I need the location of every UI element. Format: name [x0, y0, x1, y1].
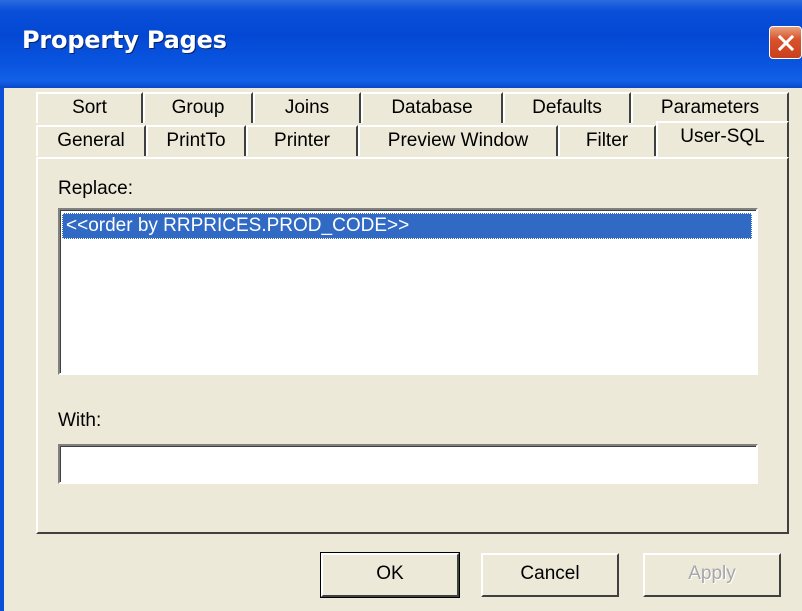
tab-defaults[interactable]: Defaults	[503, 92, 631, 123]
window-title: Property Pages	[22, 26, 227, 54]
tab-joins[interactable]: Joins	[253, 92, 361, 123]
close-icon	[777, 34, 794, 51]
tab-sort[interactable]: Sort	[36, 92, 143, 123]
tab-database[interactable]: Database	[361, 92, 503, 123]
window-frame	[0, 88, 4, 611]
tab-user-sql[interactable]: User-SQL	[656, 121, 789, 157]
list-item[interactable]: <<order by RRPRICES.PROD_CODE>>	[62, 213, 752, 239]
replace-listbox[interactable]: <<order by RRPRICES.PROD_CODE>>	[58, 208, 758, 375]
replace-label: Replace:	[58, 178, 133, 199]
tab-filter[interactable]: Filter	[558, 125, 656, 156]
close-button[interactable]	[769, 26, 802, 59]
title-bar[interactable]: Property Pages	[0, 0, 802, 88]
tab-group[interactable]: Group	[143, 92, 253, 123]
ok-button[interactable]: OK	[320, 552, 460, 598]
with-input[interactable]	[58, 444, 758, 484]
with-label: With:	[58, 410, 102, 431]
property-pages-dialog: Property Pages Sort Group Joins Database…	[0, 0, 802, 611]
tab-printer[interactable]: Printer	[246, 125, 358, 156]
tab-parameters[interactable]: Parameters	[631, 92, 789, 123]
tab-preview-window[interactable]: Preview Window	[358, 125, 558, 156]
tab-general[interactable]: General	[36, 125, 146, 156]
tab-printto[interactable]: PrintTo	[146, 125, 246, 156]
apply-button[interactable]: Apply	[643, 553, 781, 597]
cancel-button[interactable]: Cancel	[481, 553, 619, 597]
